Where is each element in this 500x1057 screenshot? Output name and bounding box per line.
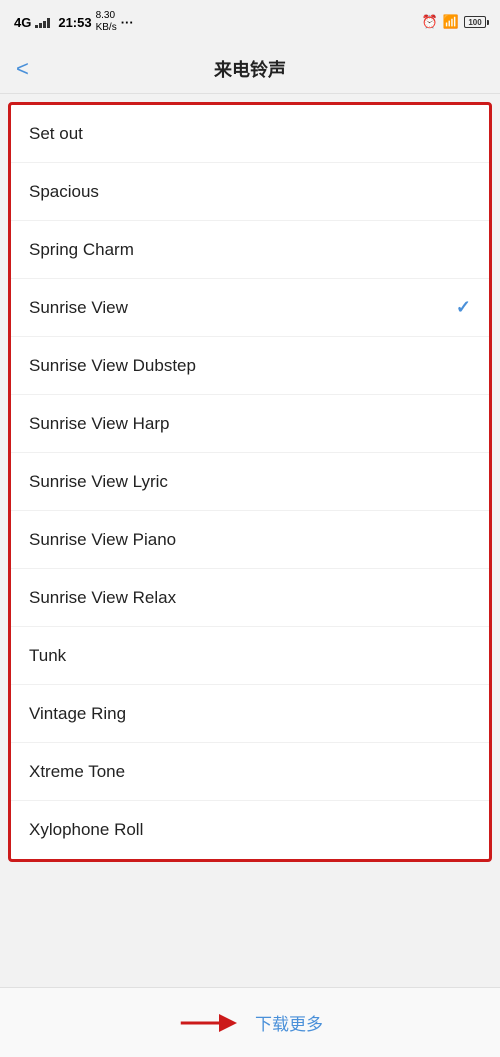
list-item[interactable]: Sunrise View Dubstep [11,337,489,395]
list-item[interactable]: Sunrise View ✓ [11,279,489,337]
list-item-label: Sunrise View [29,298,128,318]
list-item[interactable]: Spacious [11,163,489,221]
list-item-label: Sunrise View Dubstep [29,356,196,376]
list-item-label: Sunrise View Relax [29,588,176,608]
battery-icon: 100 [464,16,486,28]
list-item-label: Vintage Ring [29,704,126,724]
network-speed: 8.30KB/s [96,10,117,34]
list-item[interactable]: Sunrise View Relax [11,569,489,627]
back-button[interactable]: < [16,56,29,82]
list-item[interactable]: Spring Charm [11,221,489,279]
list-item[interactable]: Sunrise View Piano [11,511,489,569]
list-item-label: Sunrise View Lyric [29,472,168,492]
nav-bar: < 来电铃声 [0,44,500,94]
status-left: 4G 21:53 8.30KB/s ··· [14,10,134,34]
list-item-label: Xtreme Tone [29,762,125,782]
checkmark-icon: ✓ [456,297,471,318]
list-item[interactable]: Vintage Ring [11,685,489,743]
list-item[interactable]: Tunk [11,627,489,685]
list-item[interactable]: Xylophone Roll [11,801,489,859]
page-title: 来电铃声 [214,56,286,82]
list-item[interactable]: Set out [11,105,489,163]
list-item-label: Spring Charm [29,240,134,260]
list-item-label: Sunrise View Piano [29,530,176,550]
time-label: 21:53 [58,15,91,30]
list-item-label: Sunrise View Harp [29,414,169,434]
signal-icon [35,16,50,28]
arrow-icon [177,1009,237,1037]
ringtone-list: Set out Spacious Spring Charm Sunrise View ✓… [8,102,492,862]
wifi-icon: 📶 [443,14,459,30]
alarm-icon: ⏰ [422,14,438,30]
list-item[interactable]: Sunrise View Harp [11,395,489,453]
list-item[interactable]: Sunrise View Lyric [11,453,489,511]
list-item-label: Set out [29,124,83,144]
carrier-label: 4G [14,15,31,30]
list-item-label: Xylophone Roll [29,820,143,840]
status-right: ⏰ 📶 100 [422,14,486,30]
bottom-bar: 下载更多 [0,987,500,1057]
dots-label: ··· [121,15,134,30]
download-more-button[interactable]: 下载更多 [255,1010,323,1035]
list-item-label: Tunk [29,646,66,666]
status-bar: 4G 21:53 8.30KB/s ··· ⏰ 📶 100 [0,0,500,44]
list-item-label: Spacious [29,182,99,202]
list-item[interactable]: Xtreme Tone [11,743,489,801]
